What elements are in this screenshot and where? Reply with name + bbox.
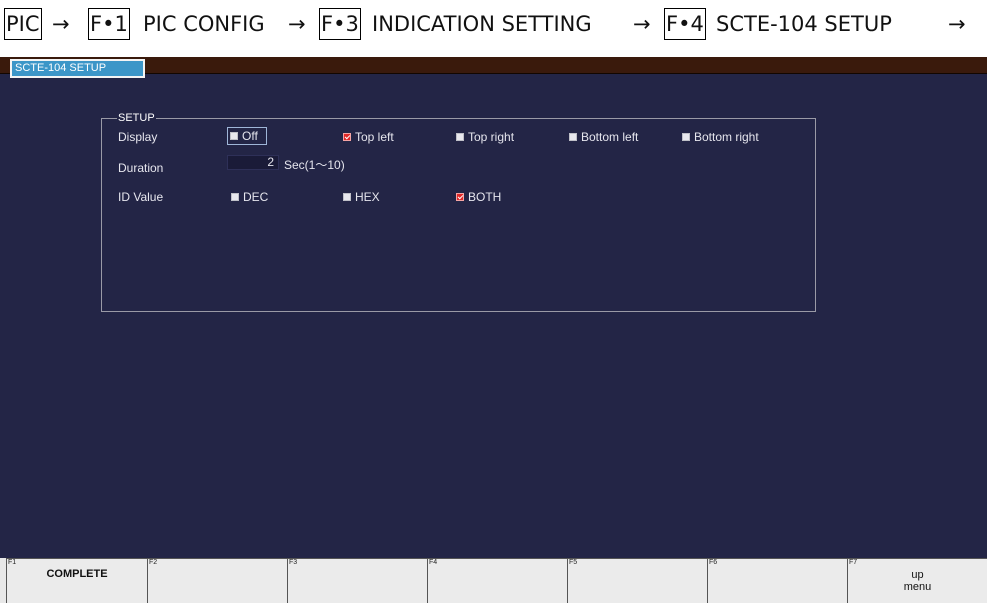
option-label: Bottom left <box>581 130 639 144</box>
id-value-option-dec[interactable]: DEC <box>231 190 268 204</box>
f3-button[interactable]: F3 <box>287 558 427 603</box>
setup-group-title: SETUP <box>117 111 156 125</box>
fkey-number: F7 <box>849 559 858 566</box>
breadcrumb-arrow: → <box>288 12 306 36</box>
checkbox-icon <box>456 133 464 141</box>
breadcrumb-arrow: → <box>948 12 966 36</box>
checked-icon <box>456 193 464 201</box>
fkey-number: F1 <box>8 559 17 566</box>
breadcrumb-label-scte104-setup: SCTE-104 SETUP <box>716 12 892 36</box>
breadcrumb-arrow: → <box>52 12 70 36</box>
id-value-option-both[interactable]: BOTH <box>456 190 501 204</box>
option-label: DEC <box>243 190 269 204</box>
tab-scte104-setup[interactable]: SCTE-104 SETUP <box>10 59 145 78</box>
fkey-label: COMPLETE <box>46 568 108 580</box>
checkbox-icon <box>682 133 690 141</box>
f7-up-menu-button[interactable]: F7 up menu <box>847 558 987 603</box>
breadcrumb-label-pic-config: PIC CONFIG <box>143 12 265 36</box>
duration-unit: Sec(1～10) <box>284 158 345 172</box>
breadcrumb: PIC → F•1 PIC CONFIG → F•3 INDICATION SE… <box>0 0 987 48</box>
setup-group: SETUP <box>101 111 816 312</box>
checkbox-icon <box>569 133 577 141</box>
fkey-number: F5 <box>569 559 578 566</box>
option-label: Top left <box>355 130 394 144</box>
fkey-number: F4 <box>429 559 438 566</box>
fkey-label: up menu <box>903 569 932 593</box>
f6-button[interactable]: F6 <box>707 558 847 603</box>
display-option-top-left[interactable]: Top left <box>343 130 394 144</box>
f2-button[interactable]: F2 <box>147 558 287 603</box>
fkey-number: F3 <box>289 559 298 566</box>
duration-label: Duration <box>118 161 164 175</box>
id-value-label: ID Value <box>118 190 164 204</box>
checkbox-icon <box>343 193 351 201</box>
tab-label: SCTE-104 SETUP <box>12 61 143 76</box>
breadcrumb-arrow: → <box>633 12 651 36</box>
duration-input[interactable]: 2 <box>227 155 279 170</box>
setup-screen: SCTE-104 SETUP SETUP Display Off Top lef… <box>0 57 987 558</box>
display-option-bottom-left[interactable]: Bottom left <box>569 130 638 144</box>
checkbox-icon <box>230 132 238 140</box>
display-option-top-right[interactable]: Top right <box>456 130 514 144</box>
tab-strip <box>0 57 987 74</box>
option-label: Off <box>242 129 258 143</box>
f4-button[interactable]: F4 <box>427 558 567 603</box>
fkey-number: F6 <box>709 559 718 566</box>
id-value-option-hex[interactable]: HEX <box>343 190 380 204</box>
breadcrumb-key-f4: F•4 <box>664 8 706 40</box>
display-option-off[interactable]: Off <box>227 127 267 145</box>
option-label: HEX <box>355 190 380 204</box>
display-label: Display <box>118 130 158 144</box>
fkey-number: F2 <box>149 559 158 566</box>
option-label: Top right <box>468 130 515 144</box>
checkbox-icon <box>231 193 239 201</box>
checked-icon <box>343 133 351 141</box>
breadcrumb-key-f1: F•1 <box>88 8 130 40</box>
function-key-bar: F1 COMPLETE F2 F3 F4 F5 F6 F7 up menu <box>0 558 987 603</box>
f1-complete-button[interactable]: F1 COMPLETE <box>6 558 147 603</box>
option-label: Bottom right <box>694 130 759 144</box>
breadcrumb-root: PIC <box>4 8 42 40</box>
display-option-bottom-right[interactable]: Bottom right <box>682 130 759 144</box>
option-label: BOTH <box>468 190 502 204</box>
f5-button[interactable]: F5 <box>567 558 707 603</box>
breadcrumb-label-indication-setting: INDICATION SETTING <box>372 12 592 36</box>
breadcrumb-key-f3: F•3 <box>319 8 361 40</box>
